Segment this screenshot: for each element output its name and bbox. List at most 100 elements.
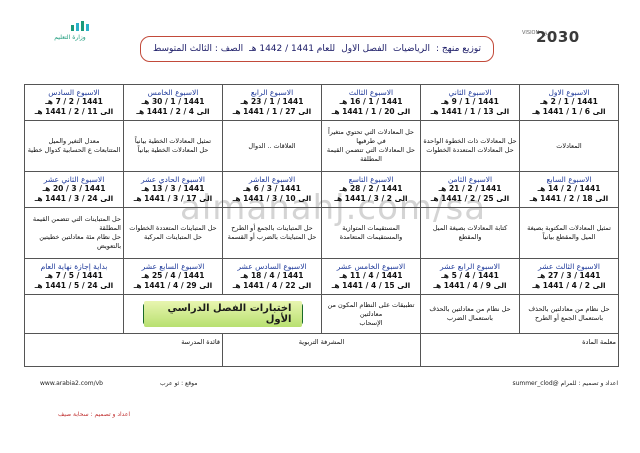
week-from: 1441 / 1 / 16 هـ bbox=[339, 97, 403, 106]
week-cell: الاسبوع الحادي عشر 1441 / 3 / 13 هـ الى 17… bbox=[123, 171, 223, 208]
topic-line: حل المعادلات الخطية بيانياً bbox=[137, 146, 209, 154]
week-to: الى 10 / 3 / 1441 هـ bbox=[232, 194, 312, 203]
week-from: 1441 / 4 / 18 هـ bbox=[240, 271, 304, 280]
week-name: الاسبوع السادس bbox=[48, 88, 100, 97]
topic-cell: حل المعادلات ذات الخطوة الواحدة حل المعاد… bbox=[420, 120, 520, 172]
week-to: الى 4 / 2 / 1441 هـ bbox=[136, 107, 210, 116]
week-cell: الاسبوع السابع 1441 / 2 / 14 هـ الى 18 / 2… bbox=[519, 171, 619, 208]
week-name: الاسبوع الثالث عشر bbox=[538, 262, 600, 271]
plan-title: توزيع منهج : الرياضيات الفصل الاول للعام… bbox=[140, 36, 494, 62]
week-cell: الاسبوع السادس عشر 1441 / 4 / 18 هـ الى 22… bbox=[222, 258, 322, 295]
week-name: الاسبوع الثاني bbox=[448, 88, 492, 97]
week-to: الى 13 / 1 / 1441 هـ bbox=[430, 107, 510, 116]
week-from: 1441 / 3 / 13 هـ bbox=[141, 184, 205, 193]
topic-cell-empty bbox=[24, 294, 124, 334]
topics-row: تمثيل المعادلات المكتوبة بصيغة الميل وال… bbox=[24, 207, 619, 259]
week-name: الاسبوع الثالث bbox=[348, 88, 394, 97]
week-cell: الاسبوع الخامس عشر 1441 / 4 / 11 هـ الى 15… bbox=[321, 258, 421, 295]
topic-cell: المعادلات bbox=[519, 120, 619, 172]
week-name: الاسبوع السابع bbox=[546, 175, 592, 184]
week-from: 1441 / 3 / 6 هـ bbox=[243, 184, 301, 193]
ministry-mark-icon bbox=[71, 21, 89, 31]
topic-line: حل المعادلات التي تتضمن القيمة المطلقة bbox=[326, 146, 416, 163]
week-cell: الاسبوع الخامس 1441 / 1 / 30 هـ الى 4 / 2 … bbox=[123, 84, 223, 121]
topic-cell: حل المعادلات التي تحتوي متغيراً في طرفيه… bbox=[321, 120, 421, 172]
title-part: للعام 1441 / 1442 هـ bbox=[249, 44, 336, 54]
week-cell: الاسبوع السادس 1441 / 2 / 7 هـ الى 11 / 2 … bbox=[24, 84, 124, 121]
week-cell: الاسبوع الثالث عشر 1441 / 3 / 27 هـ الى 2 … bbox=[519, 258, 619, 295]
footer-prepared-label: اعداد و تصميم : للمرام bbox=[560, 380, 618, 387]
topic-line: حل نظام من معادلتين بالحذف باستعمال الضر… bbox=[429, 305, 511, 322]
week-name: الاسبوع العاشر bbox=[248, 175, 296, 184]
topic-line: تمثيل المعادلات الخطية بيانياً bbox=[134, 137, 212, 145]
week-name: الاسبوع الرابع bbox=[250, 88, 294, 97]
week-to: الى 11 / 2 / 1441 هـ bbox=[34, 107, 114, 116]
week-from: 1441 / 1 / 9 هـ bbox=[441, 97, 499, 106]
week-cell: الاسبوع الثامن 1441 / 2 / 21 هـ الى 25 / 2… bbox=[420, 171, 520, 208]
week-from: 1441 / 3 / 20 هـ bbox=[42, 184, 106, 193]
schedule-table: الاسبوع الاول 1441 / 1 / 2 هـ الى 6 / 1 / … bbox=[24, 84, 619, 367]
principal-signature: قائدة المدرسة bbox=[24, 333, 223, 367]
week-to: الى 22 / 4 / 1441 هـ bbox=[232, 281, 312, 290]
ministry-logo-text: وزارة التعليم bbox=[54, 34, 86, 41]
week-from: 1441 / 1 / 2 هـ bbox=[540, 97, 598, 106]
topic-line: حل المعادلات المتعددة الخطوات bbox=[426, 146, 514, 154]
title-part: توزيع منهج : bbox=[436, 44, 482, 54]
week-name: بداية إجازة نهاية العام bbox=[40, 262, 108, 271]
topic-line: حل المعادلات التي تحتوي متغيراً في طرفيه… bbox=[327, 128, 415, 145]
topic-line: حل المتباينات المتعددة الخطوات bbox=[129, 224, 217, 232]
week-from: 1441 / 1 / 30 هـ bbox=[141, 97, 205, 106]
footer-site-url[interactable]: www.arabia2.com/vb bbox=[40, 380, 103, 387]
week-name: الاسبوع الخامس عشر bbox=[336, 262, 406, 271]
week-name: الاسبوع الخامس bbox=[147, 88, 199, 97]
supervisor-signature-label: المشرفة التربوية bbox=[298, 338, 345, 346]
footer-credit: اعداد و تصميم : سحابة صيف bbox=[58, 411, 131, 418]
week-to: الى 24 / 5 / 1441 هـ bbox=[34, 281, 114, 290]
topic-cell: حل المتباينات بالجمع أو الطرح حل المتباين… bbox=[222, 207, 322, 259]
topic-cell: حل المتباينات المتعددة الخطوات حل المتباي… bbox=[123, 207, 223, 259]
weeks-row: الاسبوع السابع 1441 / 2 / 14 هـ الى 18 / 2… bbox=[24, 171, 619, 208]
topic-cell: العلاقات .. الدوال bbox=[222, 120, 322, 172]
week-from: 1441 / 2 / 14 هـ bbox=[537, 184, 601, 193]
week-to: الى 18 / 2 / 1441 هـ bbox=[529, 194, 609, 203]
week-cell: الاسبوع العاشر 1441 / 3 / 6 هـ الى 10 / 3 … bbox=[222, 171, 322, 208]
ministry-logo: وزارة التعليم bbox=[28, 20, 108, 50]
topic-cell: كتابة المعادلات بصيغة الميل والمقطع bbox=[420, 207, 520, 259]
week-from: 1441 / 4 / 11 هـ bbox=[339, 271, 403, 280]
topic-cell: معدل التغير والميل المتتابعات ع الحسابية … bbox=[24, 120, 124, 172]
week-name: الاسبوع الثامن bbox=[447, 175, 493, 184]
week-from: 1441 / 2 / 7 هـ bbox=[45, 97, 103, 106]
week-cell: الاسبوع السابع عشر 1441 / 4 / 25 هـ الى 29… bbox=[123, 258, 223, 295]
week-cell: الاسبوع الثاني 1441 / 1 / 9 هـ الى 13 / 1 … bbox=[420, 84, 520, 121]
topic-line: حل نظام مئة معادلتين خطيتين بالتعويض bbox=[39, 233, 121, 250]
week-to: الى 27 / 1 / 1441 هـ bbox=[232, 107, 312, 116]
title-part: الصف : الثالث المتوسط bbox=[152, 44, 244, 54]
topic-line: حل المتباينات بالجمع أو الطرح bbox=[231, 224, 313, 232]
footer-site-label: موقع : ثو عرب bbox=[160, 380, 198, 387]
footer-prepared-by: اعداد و تصميم : للمرام @summer_clod bbox=[512, 380, 618, 387]
week-to: الى 29 / 4 / 1441 هـ bbox=[133, 281, 213, 290]
topic-line: العلاقات .. الدوال bbox=[248, 141, 296, 150]
topic-line: حل المتباينات التي تتضمن القيمة المطلقة bbox=[32, 215, 121, 232]
weeks-row: الاسبوع الاول 1441 / 1 / 2 هـ الى 6 / 1 / … bbox=[24, 84, 619, 121]
week-name: الاسبوع الاول bbox=[548, 88, 590, 97]
topic-line: حل المتباينات المركبة bbox=[143, 233, 203, 241]
week-from: 1441 / 3 / 27 هـ bbox=[537, 271, 601, 280]
exam-cell: اختبارات الفصل الدراسي الأول bbox=[123, 294, 322, 334]
topic-line: حل المتباينات بالضرب أو القسمة bbox=[227, 233, 317, 241]
week-from: 1441 / 5 / 7 هـ bbox=[45, 271, 103, 280]
week-from: 1441 / 4 / 5 هـ bbox=[441, 271, 499, 280]
title-part: الرياضيات bbox=[392, 44, 431, 54]
week-name: الاسبوع الحادي عشر bbox=[140, 175, 206, 184]
week-cell: الاسبوع الاول 1441 / 1 / 2 هـ الى 6 / 1 / … bbox=[519, 84, 619, 121]
weeks-row: الاسبوع الثالث عشر 1441 / 3 / 27 هـ الى 2 … bbox=[24, 258, 619, 295]
week-cell: الاسبوع الثاني عشر 1441 / 3 / 20 هـ الى 24… bbox=[24, 171, 124, 208]
week-to: الى 2 / 3 / 1441 هـ bbox=[334, 194, 408, 203]
topics-row: حل نظام من معادلتين بالحذف باستعمال الجم… bbox=[24, 294, 619, 334]
footer-handle: @summer_clod bbox=[512, 380, 559, 387]
week-name: الاسبوع الرابع عشر bbox=[440, 262, 500, 271]
week-to: الى 17 / 3 / 1441 هـ bbox=[133, 194, 213, 203]
topic-cell: حل المتباينات التي تتضمن القيمة المطلقة ح… bbox=[24, 207, 124, 259]
week-cell: بداية إجازة نهاية العام 1441 / 5 / 7 هـ ال… bbox=[24, 258, 124, 295]
vision-logo-year: 2030 bbox=[536, 28, 580, 46]
